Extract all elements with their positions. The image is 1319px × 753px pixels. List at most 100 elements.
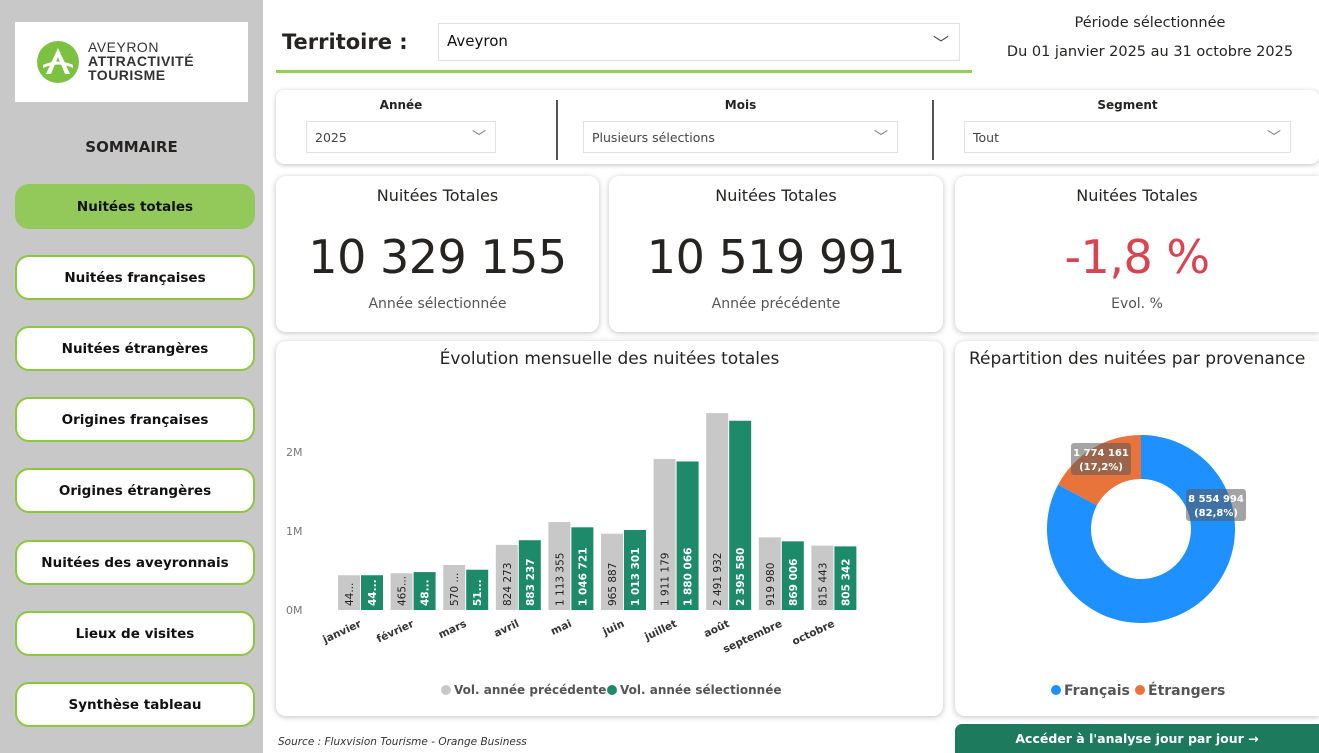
territoire-label: Territoire : bbox=[282, 30, 408, 54]
mois-value: Plusieurs sélections bbox=[592, 130, 715, 145]
kpi-title: Nuitées Totales bbox=[376, 186, 499, 205]
logo-line-2: ATTRACTIVITÉ bbox=[88, 53, 195, 69]
kpi-value: -1,8 % bbox=[1064, 230, 1210, 284]
kpi-card-evolution: Nuitées Totales -1,8 % Evol. % bbox=[955, 176, 1319, 332]
kpi-title: Nuitées Totales bbox=[715, 186, 837, 205]
kpi-card-previous-year: Nuitées Totales 10 519 991 Année précéde… bbox=[609, 176, 943, 332]
nav-nuitees-aveyronnais-button[interactable]: Nuitées des aveyronnais bbox=[15, 540, 255, 585]
bar-value-label: 1 046 721 bbox=[577, 548, 589, 606]
x-category-label: août bbox=[702, 618, 731, 640]
legend-dot-selected bbox=[607, 685, 617, 695]
source-note: Source : Fluxvision Tourisme - Orange Bu… bbox=[278, 736, 527, 748]
bar-value-label: 44... bbox=[344, 583, 356, 606]
monthly-chart-card: Évolution mensuelle des nuitées totales … bbox=[276, 341, 943, 716]
territoire-dropdown[interactable]: Aveyron ﹀ bbox=[438, 23, 960, 61]
legend-label-selected: Vol. année sélectionnée bbox=[620, 683, 781, 697]
mois-dropdown[interactable]: Plusieurs sélections ﹀ bbox=[583, 121, 898, 153]
bar-value-label: 51... bbox=[472, 579, 484, 606]
annee-value: 2025 bbox=[315, 130, 347, 145]
bar-value-label: 805 342 bbox=[840, 559, 852, 607]
kpi-subtitle: Evol. % bbox=[1111, 296, 1163, 312]
x-category-label: juin bbox=[600, 618, 626, 639]
annee-dropdown[interactable]: 2025 ﹀ bbox=[306, 121, 496, 153]
x-category-label: mars bbox=[437, 618, 469, 641]
bar-value-label: 570 ... bbox=[449, 573, 461, 606]
bar-value-label: 824 273 bbox=[502, 563, 514, 606]
bar-value-label: 869 006 bbox=[788, 559, 800, 607]
chevron-down-icon: ﹀ bbox=[1267, 130, 1281, 146]
y-tick-label: 0M bbox=[286, 604, 303, 617]
annee-label: Année bbox=[379, 98, 423, 112]
x-category-label: octobre bbox=[790, 618, 836, 648]
chevron-down-icon: ﹀ bbox=[932, 34, 949, 53]
filter-bar: Année 2025 ﹀ Mois Plusieurs sélections ﹀… bbox=[276, 90, 1319, 164]
chevron-down-icon: ﹀ bbox=[472, 130, 486, 146]
provenance-donut-chart: 8 554 994 (82,8%) 1 774 161 (17,2%) Français… bbox=[1047, 435, 1246, 699]
slice-pct-label: (17,2%) bbox=[1079, 462, 1123, 473]
sidebar: AVEYRON ATTRACTIVITÉ TOURISME SOMMAIRE N… bbox=[0, 0, 263, 753]
x-category-label: février bbox=[375, 618, 417, 646]
header-divider bbox=[276, 70, 972, 73]
x-category-label: mai bbox=[549, 618, 574, 638]
legend-dot-prev bbox=[441, 685, 451, 695]
bar-value-label: 883 237 bbox=[525, 559, 537, 607]
filter-divider bbox=[932, 100, 934, 160]
bar-value-label: 2 491 932 bbox=[712, 553, 724, 606]
x-category-label: juillet bbox=[642, 618, 679, 644]
mois-label: Mois bbox=[724, 98, 757, 112]
logo-text: AVEYRON ATTRACTIVITÉ TOURISME bbox=[88, 40, 194, 82]
periode-range: Du 01 janvier 2025 au 31 octobre 2025 bbox=[1006, 44, 1294, 60]
chart-legend: Vol. année précédente Vol. année sélectio… bbox=[441, 683, 781, 697]
nav-origines-francaises-button[interactable]: Origines françaises bbox=[15, 397, 255, 442]
x-category-label: avril bbox=[492, 618, 521, 640]
segment-value: Tout bbox=[973, 130, 999, 145]
y-tick-label: 1M bbox=[286, 525, 303, 538]
kpi-title: Nuitées Totales bbox=[1076, 186, 1198, 205]
segment-dropdown[interactable]: Tout ﹀ bbox=[964, 121, 1291, 153]
bar-value-label: 1 911 179 bbox=[660, 553, 672, 606]
nav-nuitees-francaises-button[interactable]: Nuitées françaises bbox=[15, 255, 255, 300]
slice-value-label: 1 774 161 bbox=[1073, 448, 1129, 459]
logo-line-3: TOURISME bbox=[88, 67, 166, 83]
bar-value-label: 919 980 bbox=[765, 563, 777, 606]
nav-synthese-tableau-button[interactable]: Synthèse tableau bbox=[15, 682, 255, 727]
segment-label: Segment bbox=[1097, 98, 1158, 112]
kpi-subtitle: Année précédente bbox=[711, 296, 841, 312]
legend-label-etrangers: Étrangers bbox=[1148, 682, 1225, 699]
periode-title: Période sélectionnée bbox=[1074, 15, 1226, 31]
bar-value-label: 465... bbox=[397, 576, 409, 606]
legend-dot-francais bbox=[1051, 685, 1061, 695]
nav-lieux-visites-button[interactable]: Lieux de visites bbox=[15, 611, 255, 656]
legend-label-francais: Français bbox=[1064, 683, 1130, 699]
donut-legend: Français Étrangers bbox=[1051, 682, 1225, 699]
nav-nuitees-totales-button[interactable]: Nuitées totales bbox=[15, 184, 255, 229]
x-category-label: janvier bbox=[320, 617, 364, 646]
x-category-label: septembre bbox=[721, 618, 784, 656]
territoire-value: Aveyron bbox=[447, 32, 508, 50]
bar-value-label: 815 443 bbox=[817, 563, 829, 606]
nav-origines-etrangeres-button[interactable]: Origines étrangères bbox=[15, 468, 255, 513]
kpi-value: 10 519 991 bbox=[646, 230, 906, 284]
monthly-bar-chart: 0M1M2M44... 44...janvier465... 48...févrie… bbox=[286, 413, 857, 697]
logo-line-1: AVEYRON bbox=[88, 39, 159, 55]
kpi-subtitle: Année sélectionnée bbox=[368, 296, 507, 312]
bar-value-label: 1 113 355 bbox=[554, 553, 566, 606]
kpi-value: 10 329 155 bbox=[308, 230, 567, 284]
bar-value-label: 1 013 301 bbox=[630, 548, 642, 606]
bar-value-label: 1 880 066 bbox=[683, 548, 695, 606]
chevron-down-icon: ﹀ bbox=[874, 130, 888, 146]
provenance-chart-card: Répartition des nuitées par provenance 8… bbox=[955, 341, 1319, 716]
nav-nuitees-etrangeres-button[interactable]: Nuitées étrangères bbox=[15, 326, 255, 371]
slice-value-label: 8 554 994 bbox=[1188, 494, 1244, 505]
aveyron-logo-icon bbox=[37, 41, 79, 83]
legend-label-prev: Vol. année précédente bbox=[454, 683, 606, 697]
sidebar-title: SOMMAIRE bbox=[85, 138, 178, 156]
y-tick-label: 2M bbox=[286, 446, 303, 459]
bar-value-label: 48... bbox=[420, 579, 432, 606]
slice-pct-label: (82,8%) bbox=[1194, 508, 1238, 519]
bar-value-label: 2 395 580 bbox=[735, 548, 747, 606]
legend-dot-etrangers bbox=[1135, 685, 1145, 695]
bar-value-label: 44... bbox=[367, 579, 379, 606]
bar-value-label: 965 887 bbox=[607, 563, 619, 606]
analyse-jour-button[interactable]: Accéder à l'analyse jour par jour → bbox=[955, 724, 1319, 753]
